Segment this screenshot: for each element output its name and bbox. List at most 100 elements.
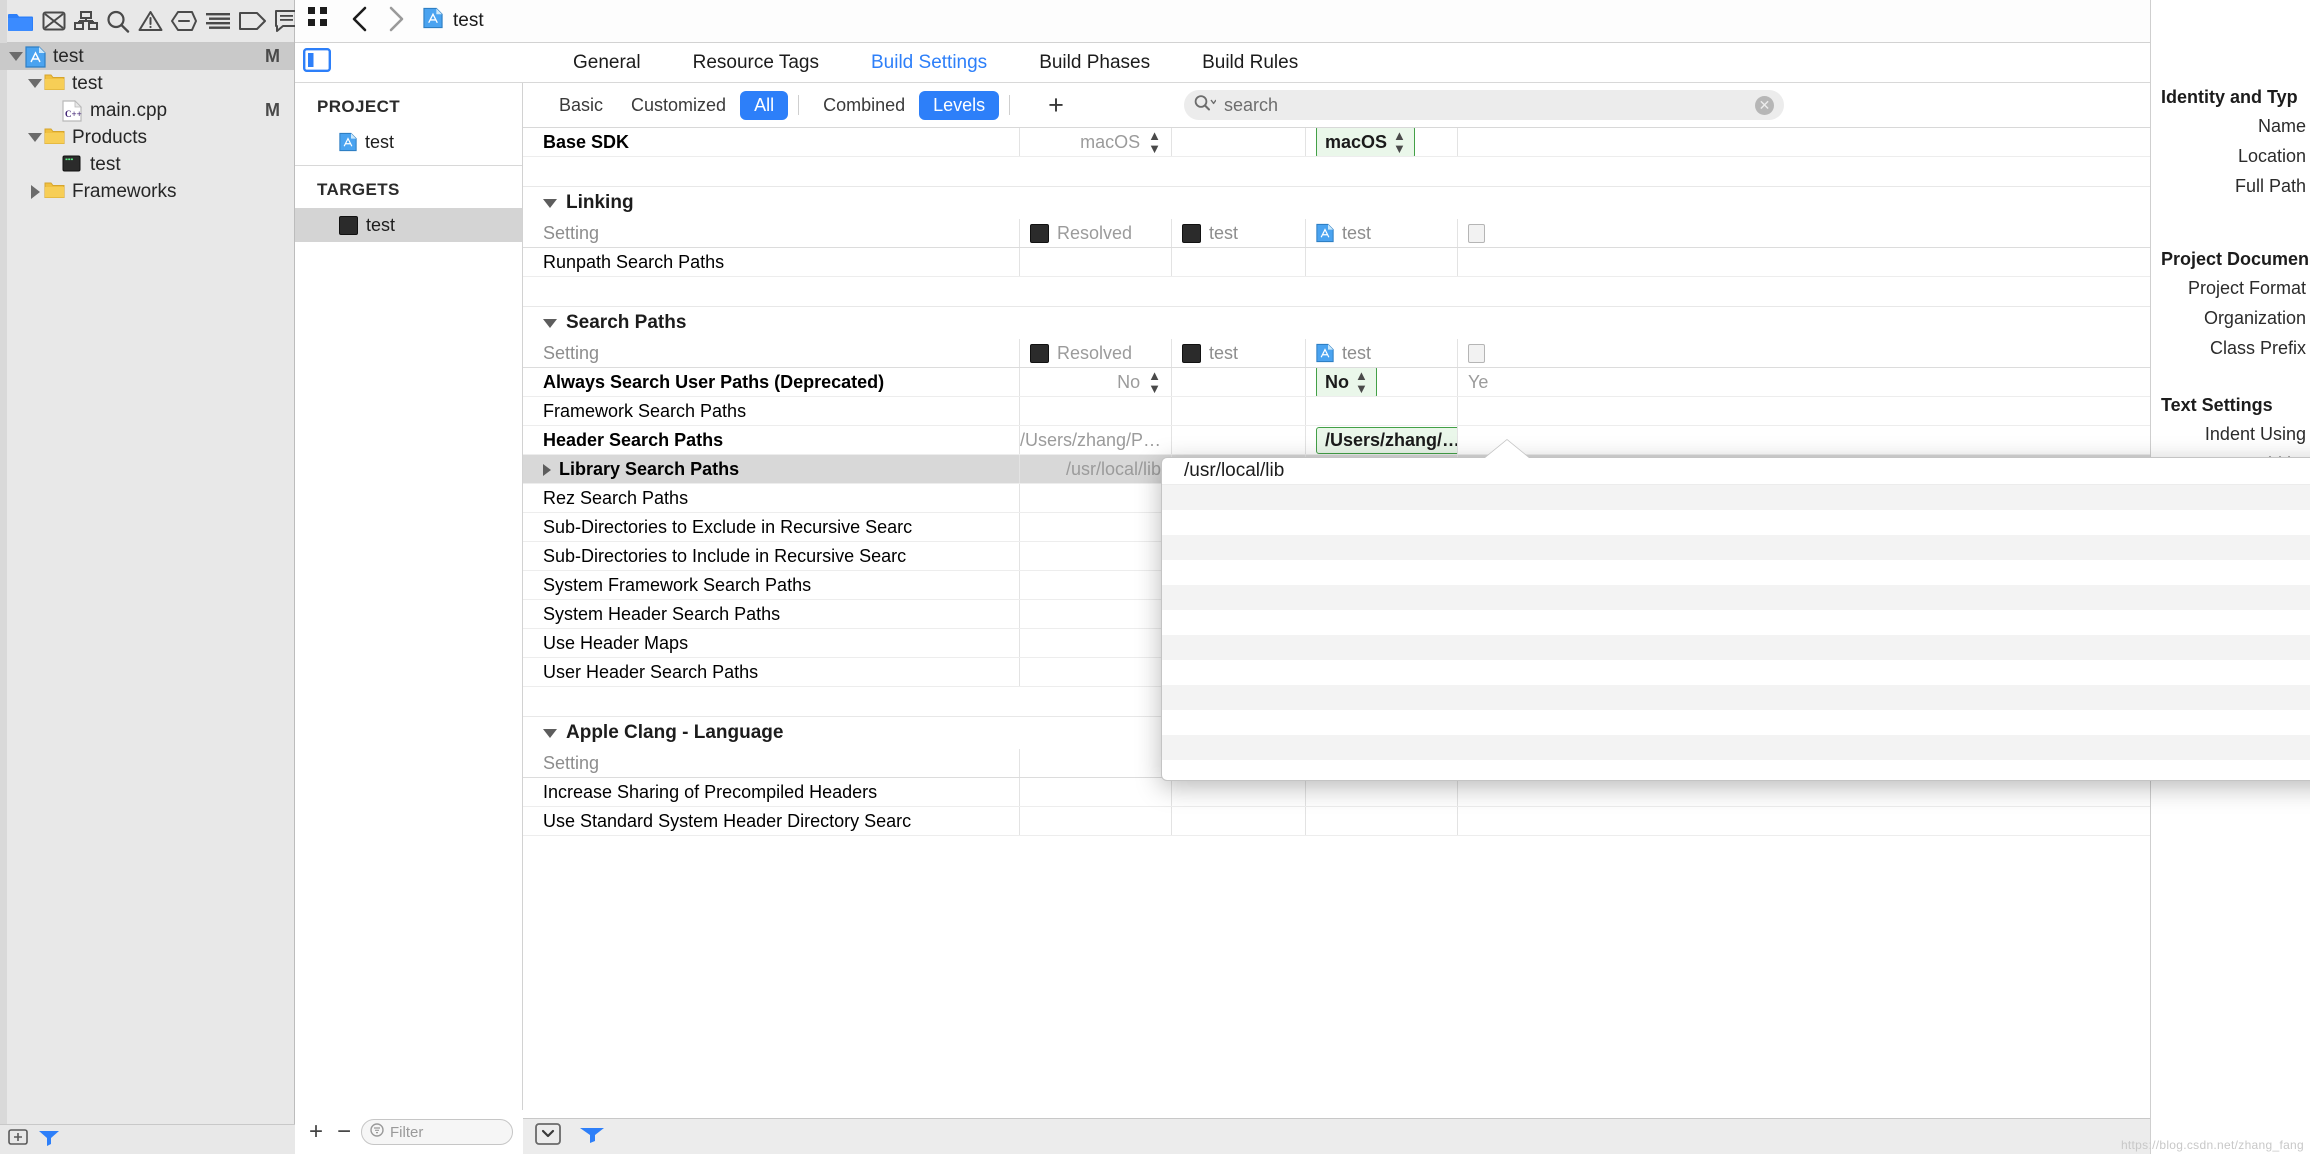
project-value[interactable] xyxy=(1171,128,1305,156)
stepper-icon[interactable]: ▲ ▼ xyxy=(1148,129,1161,155)
inspector-label-location: Location xyxy=(2237,145,2306,166)
nav-row-group-test[interactable]: test xyxy=(0,70,294,97)
disclosure-triangle-icon[interactable] xyxy=(543,463,551,476)
search-icon[interactable] xyxy=(106,8,130,34)
popover-empty-row[interactable] xyxy=(1162,535,2310,560)
popover-empty-row[interactable] xyxy=(1162,710,2310,735)
nav-row-product-test[interactable]: test xyxy=(0,151,294,178)
disclosure-triangle-icon[interactable] xyxy=(543,198,557,208)
tab-general[interactable]: General xyxy=(573,52,641,74)
target-value[interactable] xyxy=(1305,248,1457,276)
value-chip[interactable]: macOS ▲ ▼ xyxy=(1316,128,1415,156)
segment-combined[interactable]: Combined xyxy=(809,91,919,120)
target-item-test[interactable]: test xyxy=(295,208,522,242)
value-text: Ye xyxy=(1468,371,1489,392)
disclosure-triangle-icon[interactable] xyxy=(26,124,44,151)
filter-input[interactable]: Filter xyxy=(361,1119,513,1145)
popover-empty-row[interactable] xyxy=(1162,610,2310,635)
group-header-search-paths[interactable]: Search Paths xyxy=(523,307,2150,339)
remove-target-button[interactable]: − xyxy=(333,1118,355,1146)
disclosure-triangle-icon[interactable] xyxy=(7,43,25,70)
nav-row-group-frameworks[interactable]: Frameworks xyxy=(0,178,294,205)
segment-all[interactable]: All xyxy=(740,90,789,120)
source-control-icon[interactable] xyxy=(42,8,66,34)
table-row[interactable]: Always Search User Paths (Deprecated) No… xyxy=(523,368,2150,397)
project-value[interactable] xyxy=(1171,778,1305,806)
table-row[interactable]: Header Search Paths /Users/zhang/P… /Use… xyxy=(523,426,2150,455)
stepper-icon[interactable]: ▲ ▼ xyxy=(1355,369,1368,395)
folder-icon[interactable] xyxy=(8,8,34,34)
forward-button[interactable] xyxy=(387,6,405,37)
target-value[interactable]: /Users/zhang/… xyxy=(1305,426,1457,454)
stepper-icon[interactable]: ▲ ▼ xyxy=(1148,369,1161,395)
stepper-icon[interactable]: ▲ ▼ xyxy=(1393,129,1406,155)
filter-icon[interactable] xyxy=(579,1125,605,1148)
filter-icon[interactable] xyxy=(38,1128,60,1151)
symbol-hierarchy-icon[interactable] xyxy=(74,8,98,34)
column-header-setting: Setting xyxy=(543,222,600,243)
tab-resource-tags[interactable]: Resource Tags xyxy=(693,52,819,74)
target-value[interactable] xyxy=(1305,807,1457,835)
value-chip[interactable]: No ▲ ▼ xyxy=(1316,368,1377,396)
tab-build-settings[interactable]: Build Settings xyxy=(871,52,987,74)
popover-empty-row[interactable] xyxy=(1162,760,2310,780)
nav-row-group-products[interactable]: Products xyxy=(0,124,294,151)
disclosure-triangle-icon[interactable] xyxy=(26,178,44,205)
clear-icon[interactable]: ✕ xyxy=(1754,95,1774,115)
project-item-test[interactable]: test xyxy=(295,125,522,159)
popover-path-value[interactable]: /usr/local/lib xyxy=(1184,460,2310,482)
disclosure-triangle-icon[interactable] xyxy=(543,728,557,738)
add-icon[interactable] xyxy=(8,1127,28,1152)
hide-pane-icon[interactable] xyxy=(535,1123,561,1150)
popover-empty-row[interactable] xyxy=(1162,585,2310,610)
popover-empty-row[interactable] xyxy=(1162,735,2310,760)
target-value[interactable] xyxy=(1305,397,1457,425)
target-value[interactable]: No ▲ ▼ xyxy=(1305,368,1457,396)
table-row[interactable]: Increase Sharing of Precompiled Headers xyxy=(523,778,2150,807)
target-value[interactable] xyxy=(1305,778,1457,806)
left-panel-icon[interactable] xyxy=(303,48,332,77)
report-icon[interactable] xyxy=(205,8,231,34)
popover-first-row[interactable]: /usr/local/lib non-recursive ▲▼ xyxy=(1162,458,2310,485)
tab-build-phases[interactable]: Build Phases xyxy=(1039,52,1150,74)
popover-empty-row[interactable] xyxy=(1162,635,2310,660)
project-value[interactable] xyxy=(1171,248,1305,276)
add-target-button[interactable]: + xyxy=(305,1118,327,1146)
target-value[interactable]: macOS ▲ ▼ xyxy=(1305,128,1457,156)
project-value[interactable] xyxy=(1171,397,1305,425)
search-input[interactable]: search ✕ xyxy=(1183,90,1784,120)
nav-row-file-main-cpp[interactable]: C++ main.cpp M xyxy=(0,97,294,124)
popover-empty-row[interactable] xyxy=(1162,560,2310,585)
add-setting-button[interactable]: + xyxy=(1048,91,1064,119)
table-row[interactable]: Runpath Search Paths xyxy=(523,248,2150,277)
group-header-linking[interactable]: Linking xyxy=(523,187,2150,219)
project-value[interactable] xyxy=(1171,807,1305,835)
nav-row-project-test[interactable]: test M xyxy=(0,43,294,70)
project-value[interactable] xyxy=(1171,426,1305,454)
label-text: test xyxy=(1209,222,1239,243)
target-item-label: test xyxy=(366,214,396,235)
warning-icon[interactable] xyxy=(138,8,163,34)
breadcrumb[interactable]: test xyxy=(423,7,484,35)
disclosure-triangle-icon[interactable] xyxy=(26,70,44,97)
table-row[interactable]: Base SDK macOS ▲ ▼ macOS ▲ ▼ xyxy=(523,128,2150,157)
grid-icon[interactable] xyxy=(307,6,333,37)
project-value[interactable] xyxy=(1171,368,1305,396)
popover-empty-row[interactable] xyxy=(1162,660,2310,685)
popover-empty-row[interactable] xyxy=(1162,685,2310,710)
tag-icon[interactable] xyxy=(239,8,266,34)
popover-empty-row[interactable] xyxy=(1162,510,2310,535)
segment-customized[interactable]: Customized xyxy=(617,91,740,120)
tab-build-rules[interactable]: Build Rules xyxy=(1202,52,1298,74)
segment-basic[interactable]: Basic xyxy=(545,91,617,120)
popover-empty-row[interactable] xyxy=(1162,485,2310,510)
value-text: /usr/local/lib xyxy=(1065,458,1161,479)
disclosure-triangle-icon[interactable] xyxy=(543,318,557,328)
segment-levels[interactable]: Levels xyxy=(919,90,1000,120)
back-button[interactable] xyxy=(351,6,369,37)
breakpoint-icon[interactable] xyxy=(171,8,197,34)
table-row[interactable]: Use Standard System Header Directory Sea… xyxy=(523,807,2150,836)
value-chip[interactable]: /Users/zhang/… xyxy=(1316,426,1457,454)
table-row[interactable]: Framework Search Paths xyxy=(523,397,2150,426)
library-search-paths-popover[interactable]: /usr/local/lib non-recursive ▲▼ xyxy=(1161,457,2310,781)
